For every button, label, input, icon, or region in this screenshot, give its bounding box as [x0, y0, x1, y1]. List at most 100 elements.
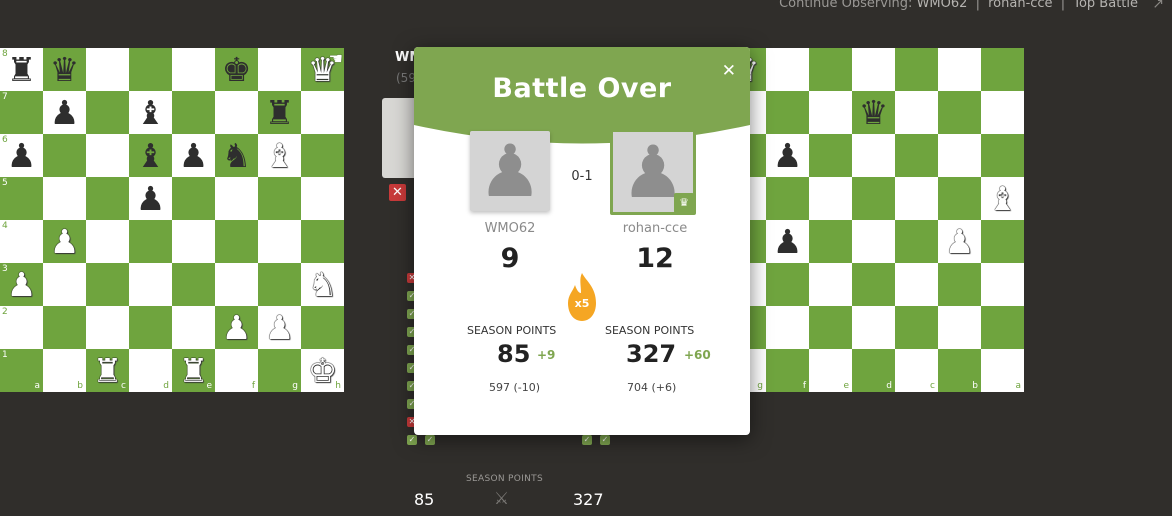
right-player-name[interactable]: rohan-cce [595, 221, 715, 236]
board-square[interactable]: ♚ [215, 48, 258, 91]
board-square[interactable]: ♜ [258, 91, 301, 134]
observing-player1-link[interactable]: WMO62 [917, 0, 968, 11]
board-square[interactable] [172, 306, 215, 349]
board-square[interactable]: ♝ [129, 91, 172, 134]
black-queen-icon[interactable]: ♛ [859, 96, 889, 129]
board-square[interactable] [172, 91, 215, 134]
board-square[interactable] [981, 306, 1024, 349]
board-square[interactable] [215, 177, 258, 220]
board-square[interactable]: 1a [0, 349, 43, 392]
board-square[interactable]: e [809, 349, 852, 392]
board-square[interactable] [258, 177, 301, 220]
white-pawn-icon[interactable]: ♟ [50, 225, 80, 258]
board-square[interactable] [301, 220, 344, 263]
board-square[interactable] [938, 306, 981, 349]
board-square[interactable]: ♟ [258, 306, 301, 349]
board-square[interactable]: ♟ [215, 306, 258, 349]
board-square[interactable] [809, 134, 852, 177]
board-square[interactable] [129, 263, 172, 306]
white-pawn-icon[interactable]: ♟ [945, 225, 975, 258]
board-square[interactable] [766, 263, 809, 306]
board-square[interactable]: ♟ [766, 220, 809, 263]
board-square[interactable] [301, 91, 344, 134]
black-queen-icon[interactable]: ♛ [50, 53, 80, 86]
board-square[interactable] [938, 177, 981, 220]
board-square[interactable]: f [215, 349, 258, 392]
close-icon[interactable]: ✕ [722, 61, 736, 81]
board-square[interactable] [852, 263, 895, 306]
board-square[interactable] [129, 220, 172, 263]
board-square[interactable] [895, 177, 938, 220]
black-pawn-icon[interactable]: ♟ [179, 139, 209, 172]
board-square[interactable] [258, 220, 301, 263]
board-square[interactable] [809, 91, 852, 134]
board-square[interactable] [809, 220, 852, 263]
black-pawn-icon[interactable]: ♟ [136, 182, 166, 215]
top-battle-link[interactable]: Top Battle [1073, 0, 1138, 11]
board-square[interactable] [809, 48, 852, 91]
board-square[interactable] [981, 91, 1024, 134]
white-bishop-icon[interactable]: ♝ [265, 139, 295, 172]
black-pawn-icon[interactable]: ♟ [773, 139, 803, 172]
white-bishop-icon[interactable]: ♝ [988, 182, 1018, 215]
board-square[interactable] [86, 134, 129, 177]
board-square[interactable] [852, 220, 895, 263]
board-square[interactable]: ♝ [258, 134, 301, 177]
board-square[interactable]: 6 ♟ [0, 134, 43, 177]
board-square[interactable]: ♞ [215, 134, 258, 177]
board-square[interactable]: h ♚ [301, 349, 344, 392]
board-square[interactable] [258, 48, 301, 91]
board-square[interactable] [895, 48, 938, 91]
white-pawn-icon[interactable]: ♟ [265, 311, 295, 344]
board-square[interactable] [258, 263, 301, 306]
board-square[interactable] [895, 263, 938, 306]
board-square[interactable]: ♟ [938, 220, 981, 263]
left-player-name[interactable]: WMO62 [450, 221, 570, 236]
board-square[interactable] [43, 177, 86, 220]
white-pawn-icon[interactable]: ♟ [7, 268, 37, 301]
board-square[interactable]: ♟ [172, 134, 215, 177]
board-square[interactable] [766, 306, 809, 349]
board-square[interactable]: 8 ♜ [0, 48, 43, 91]
board-square[interactable] [895, 91, 938, 134]
board-square[interactable] [895, 134, 938, 177]
board-square[interactable]: c [895, 349, 938, 392]
board-square[interactable]: ♞ [301, 263, 344, 306]
board-square[interactable] [938, 134, 981, 177]
board-square[interactable] [86, 91, 129, 134]
board-square[interactable] [895, 306, 938, 349]
board-square[interactable] [938, 263, 981, 306]
board-square[interactable]: ♟ [766, 134, 809, 177]
board-square[interactable] [938, 48, 981, 91]
board-square[interactable]: 3 ♟ [0, 263, 43, 306]
board-square[interactable]: ♝ [981, 177, 1024, 220]
white-pawn-icon[interactable]: ♟ [222, 311, 252, 344]
board-square[interactable] [981, 220, 1024, 263]
white-knight-icon[interactable]: ♞ [308, 268, 338, 301]
black-bishop-icon[interactable]: ♝ [136, 96, 166, 129]
white-king-icon[interactable]: ♚ [308, 354, 338, 387]
board-square[interactable] [301, 134, 344, 177]
board-square[interactable] [215, 91, 258, 134]
board-square[interactable]: ♛ [852, 91, 895, 134]
board-square[interactable] [852, 48, 895, 91]
board-square[interactable] [301, 177, 344, 220]
board-square[interactable] [215, 263, 258, 306]
board-square[interactable] [43, 263, 86, 306]
board-square[interactable] [215, 220, 258, 263]
board-square[interactable]: a [981, 349, 1024, 392]
observing-player2-link[interactable]: rohan-cce [988, 0, 1052, 11]
board-square[interactable]: d [852, 349, 895, 392]
board-square[interactable] [86, 263, 129, 306]
white-rook-icon[interactable]: ♜ [93, 354, 123, 387]
board-square[interactable]: ♝ [129, 134, 172, 177]
board-square[interactable] [766, 177, 809, 220]
board-square[interactable] [301, 306, 344, 349]
board-square[interactable] [129, 48, 172, 91]
board-square[interactable] [981, 263, 1024, 306]
board-square[interactable]: g [258, 349, 301, 392]
board-square[interactable]: 5 [0, 177, 43, 220]
board-square[interactable] [172, 48, 215, 91]
right-player-avatar[interactable]: ♟ ♛ [610, 129, 696, 215]
black-rook-icon[interactable]: ♜ [7, 53, 37, 86]
